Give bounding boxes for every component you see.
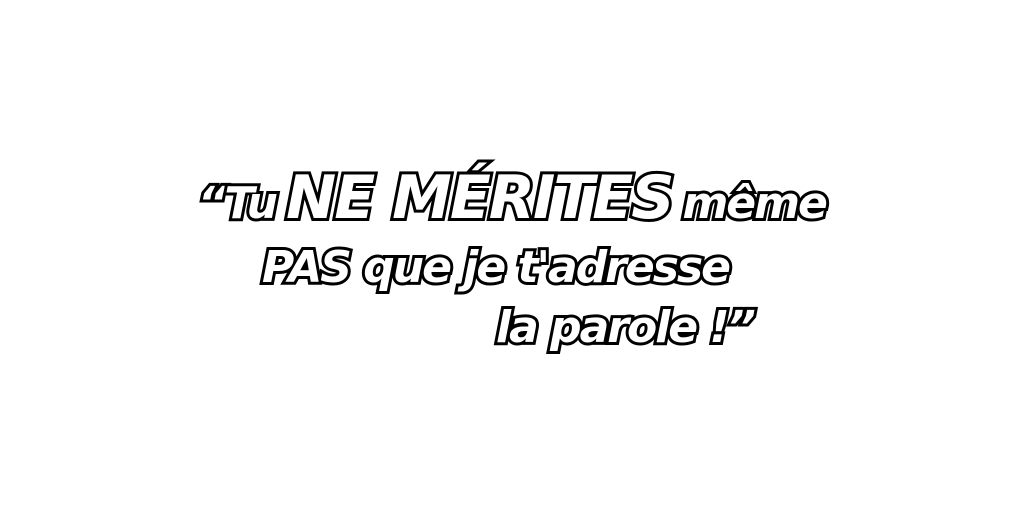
quote-word-tu: Tu xyxy=(221,178,281,229)
quote-line-2-text: PAS que je t'adresse xyxy=(259,242,734,293)
quote-line-2: PAS que je t'adresse xyxy=(259,242,734,293)
open-quote-mark: “ xyxy=(195,178,229,229)
quote-canvas: “Tu NE MÉRITES même PAS que je t'adresse l… xyxy=(0,0,1024,512)
quote-word-meme: même xyxy=(679,178,830,229)
quote-line-3: la parole !” xyxy=(493,302,759,353)
quote-emphasis: NE MÉRITES xyxy=(283,163,677,233)
quote-line-1: “Tu NE MÉRITES même xyxy=(195,163,831,233)
quote-line-3-text: la parole ! xyxy=(493,302,732,353)
close-quote-mark: ” xyxy=(724,302,758,353)
